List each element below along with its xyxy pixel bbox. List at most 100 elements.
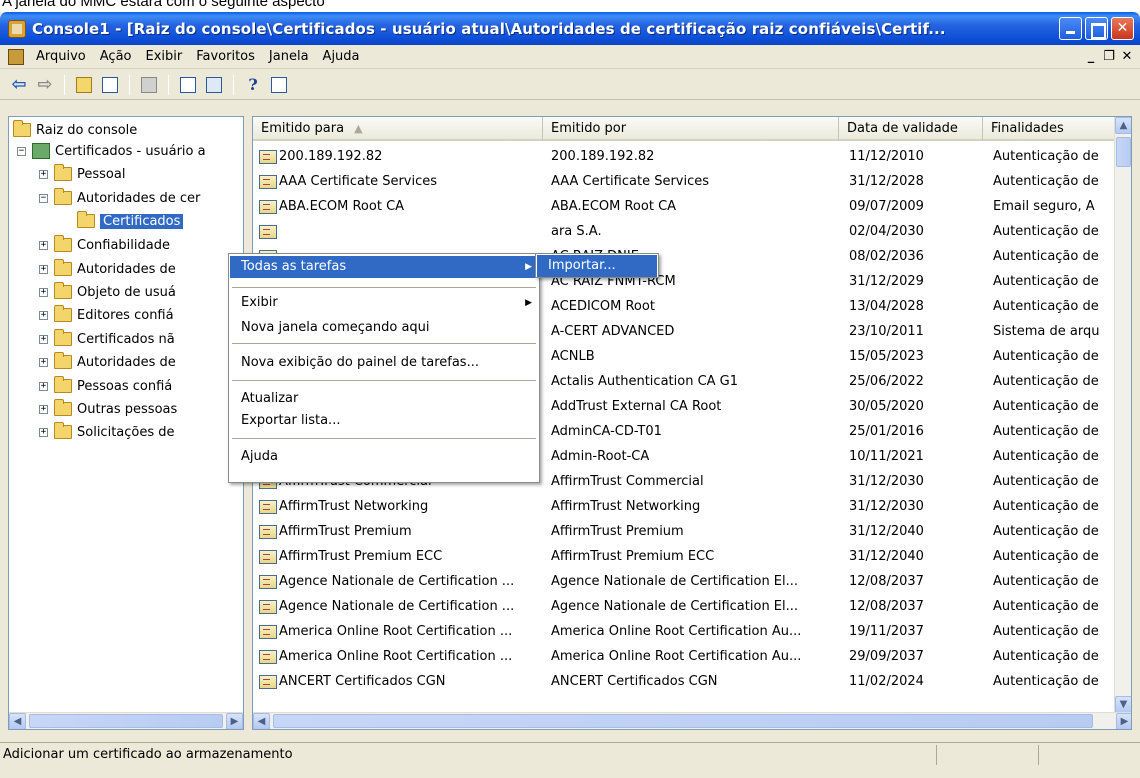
expand-icon[interactable]: + — [39, 334, 48, 344]
action-pane-button[interactable] — [267, 74, 291, 96]
folder-icon — [54, 329, 72, 346]
scroll-down-icon[interactable]: ▼ — [1115, 696, 1131, 713]
console-tree[interactable]: Raiz do console − Certificados - usuário… — [8, 116, 244, 730]
scroll-left-icon[interactable]: ◀ — [253, 713, 270, 729]
collapse-icon[interactable]: − — [17, 146, 26, 156]
menu-item-import[interactable]: Importar... — [537, 255, 657, 277]
table-cell: 31/12/2028 — [849, 174, 924, 189]
tree-item-objeto[interactable]: + Objeto de usuá — [39, 281, 176, 303]
tree-item-pessoal[interactable]: + Pessoal — [39, 163, 125, 185]
table-row[interactable]: AffirmTrust Premium AffirmTrust Premium 31… — [253, 519, 1115, 544]
menu-item-refresh[interactable]: Atualizar — [230, 388, 538, 410]
mdi-close-icon[interactable]: ✕ — [1118, 48, 1136, 66]
tree-item-confiabilidade[interactable]: + Confiabilidade — [39, 234, 170, 256]
tree-item-certificados[interactable]: Certificados — [77, 210, 184, 232]
menu-ajuda[interactable]: Ajuda — [316, 47, 367, 66]
mdi-minimize-icon[interactable]: _ — [1082, 48, 1100, 66]
table-row[interactable]: AffirmTrust Premium ECC AffirmTrust Premi… — [253, 544, 1115, 569]
expand-icon[interactable]: + — [39, 264, 48, 274]
tree-item-autoridades-2[interactable]: + Autoridades de — [39, 351, 176, 373]
maximize-button[interactable] — [1085, 17, 1108, 40]
table-row[interactable]: America Online Root Certification ... Ame… — [253, 619, 1115, 644]
menu-item-new-window[interactable]: Nova janela começando aqui — [230, 317, 538, 339]
menu-janela[interactable]: Janela — [262, 47, 316, 66]
forward-button[interactable]: ⇨ — [33, 74, 57, 96]
list-vertical-scrollbar[interactable]: ▲ ▼ — [1114, 117, 1131, 713]
close-button[interactable]: ✕ — [1111, 17, 1134, 40]
menu-acao[interactable]: Ação — [93, 47, 139, 66]
table-cell: 29/09/2037 — [849, 649, 924, 664]
expand-icon[interactable]: + — [39, 357, 48, 367]
tree-item-root[interactable]: Raiz do console — [13, 119, 137, 141]
menu-item-help[interactable]: Ajuda — [230, 446, 538, 468]
column-issued-to[interactable]: Emitido para ▲ — [253, 117, 543, 141]
table-row[interactable]: Agence Nationale de Certification ... Age… — [253, 569, 1115, 594]
export-list-button[interactable] — [202, 74, 226, 96]
table-cell: 02/04/2030 — [849, 224, 924, 239]
tree-item-trusted-root[interactable]: − Autoridades de cer — [39, 187, 200, 209]
delete-button[interactable] — [137, 74, 161, 96]
show-hide-tree-button[interactable] — [98, 74, 122, 96]
scroll-left-icon[interactable]: ◀ — [9, 713, 26, 729]
minimize-button[interactable] — [1059, 17, 1082, 40]
tree-item-solicitacoes[interactable]: + Solicitações de — [39, 421, 175, 443]
mdi-restore-icon[interactable]: ❐ — [1100, 48, 1118, 66]
scroll-up-icon[interactable]: ▲ — [1115, 117, 1131, 134]
folder-icon — [54, 352, 72, 369]
menu-item-export-list[interactable]: Exportar lista... — [230, 410, 538, 432]
scroll-right-icon[interactable]: ▶ — [1116, 713, 1131, 729]
column-purposes[interactable]: Finalidades — [983, 117, 1131, 141]
menu-item-all-tasks[interactable]: Todas as tarefas ▶ — [230, 256, 538, 278]
scroll-thumb[interactable] — [273, 714, 1093, 728]
expand-icon[interactable]: + — [39, 427, 48, 437]
expand-icon[interactable]: + — [39, 240, 48, 250]
table-row[interactable]: ABA.ECOM Root CA ABA.ECOM Root CA 09/07/20… — [253, 194, 1115, 219]
menu-favoritos[interactable]: Favoritos — [189, 47, 262, 66]
menu-item-new-taskpad[interactable]: Nova exibição do painel de tarefas... — [230, 352, 538, 374]
table-cell: Autenticação de — [993, 449, 1099, 464]
scroll-right-icon[interactable]: ▶ — [226, 713, 243, 729]
tree-item-editores[interactable]: + Editores confiá — [39, 304, 174, 326]
certificate-icon — [259, 624, 277, 639]
back-button[interactable]: ⇦ — [7, 74, 31, 96]
title-bar[interactable]: Console1 - [Raiz do console\Certificados… — [0, 12, 1140, 45]
expand-icon[interactable]: + — [39, 381, 48, 391]
expand-icon[interactable]: + — [39, 287, 48, 297]
tree-item-outras[interactable]: + Outras pessoas — [39, 398, 177, 420]
table-row[interactable]: AffirmTrust Networking AffirmTrust Networ… — [253, 494, 1115, 519]
scroll-thumb[interactable] — [1116, 137, 1131, 167]
menu-item-view[interactable]: Exibir ▶ — [230, 292, 538, 314]
table-row[interactable]: Agence Nationale de Certification ... Age… — [253, 594, 1115, 619]
expand-icon[interactable]: + — [39, 404, 48, 414]
column-expiration[interactable]: Data de validade — [839, 117, 983, 141]
column-issued-by[interactable]: Emitido por — [543, 117, 839, 141]
table-row[interactable]: America Online Root Certification ... Ame… — [253, 644, 1115, 669]
table-row[interactable]: 200.189.192.82 200.189.192.82 11/12/2010 Au… — [253, 144, 1115, 169]
tree-horizontal-scrollbar[interactable]: ◀ ▶ — [9, 712, 243, 729]
table-cell: 31/12/2040 — [849, 549, 924, 564]
tree-item-pessoas[interactable]: + Pessoas confiá — [39, 375, 172, 397]
table-row[interactable]: ara S.A. 02/04/2030 Autenticação de — [253, 219, 1115, 244]
expand-icon[interactable]: + — [39, 310, 48, 320]
table-row[interactable]: AAA Certificate Services AAA Certificate … — [253, 169, 1115, 194]
mmc-app-icon[interactable] — [8, 19, 26, 38]
table-cell: Autenticação de — [993, 374, 1099, 389]
expand-icon[interactable]: + — [39, 169, 48, 179]
help-button[interactable]: ? — [241, 74, 265, 96]
scroll-thumb[interactable] — [29, 714, 223, 728]
up-one-level-button[interactable] — [72, 74, 96, 96]
menu-exibir[interactable]: Exibir — [139, 47, 190, 66]
status-panel — [1038, 744, 1138, 765]
table-row[interactable]: ANCERT Certificados CGN ANCERT Certificad… — [253, 669, 1115, 694]
collapse-icon[interactable]: − — [39, 193, 48, 203]
list-horizontal-scrollbar[interactable]: ◀ ▶ — [253, 712, 1131, 729]
all-tasks-submenu: Importar... — [535, 253, 659, 278]
menu-arquivo[interactable]: Arquivo — [29, 47, 93, 66]
refresh-button[interactable] — [176, 74, 200, 96]
table-cell: 15/05/2023 — [849, 349, 924, 364]
table-cell: AffirmTrust Premium — [253, 524, 543, 539]
tree-item-autoridades-1[interactable]: + Autoridades de — [39, 258, 176, 280]
document-icon[interactable] — [8, 48, 24, 65]
tree-item-certificates-user[interactable]: − Certificados - usuário a — [17, 140, 206, 162]
tree-item-certificados-nao[interactable]: + Certificados nã — [39, 328, 175, 350]
